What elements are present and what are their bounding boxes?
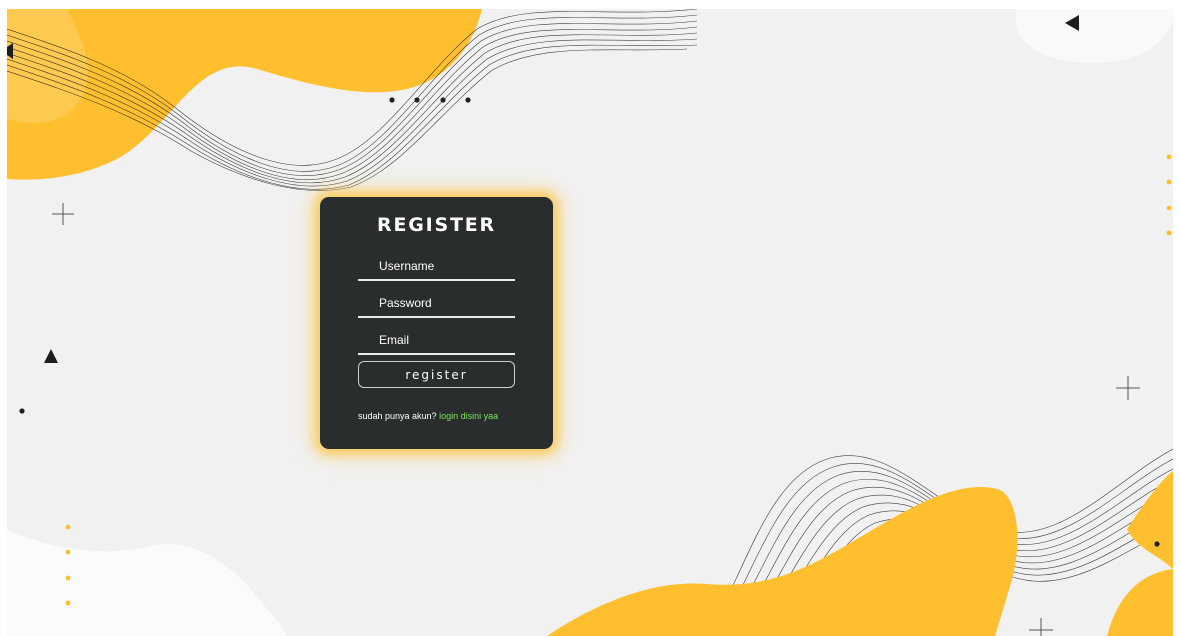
dot-icon-bottom-right bbox=[1154, 541, 1160, 547]
light-blob-bottom-left bbox=[7, 529, 287, 636]
email-input[interactable] bbox=[358, 327, 515, 355]
password-input[interactable] bbox=[358, 290, 515, 318]
yellow-wave-bottom-center bbox=[547, 487, 1018, 636]
login-link[interactable]: login disini yaa bbox=[439, 411, 498, 421]
register-card: REGISTER register sudah punya akun? logi… bbox=[320, 197, 553, 449]
yellow-wave-bottom-corner bbox=[1107, 569, 1173, 636]
register-button[interactable]: register bbox=[358, 361, 515, 388]
dot-icon bbox=[19, 408, 25, 414]
register-page: REGISTER register sudah punya akun? logi… bbox=[7, 9, 1173, 636]
background-decoration bbox=[7, 9, 1173, 636]
account-prompt-text: sudah punya akun? bbox=[358, 411, 437, 421]
login-prompt: sudah punya akun? login disini yaa bbox=[358, 411, 498, 421]
triangle-icon bbox=[44, 349, 58, 363]
yellow-wave-right-edge bbox=[1127, 471, 1173, 569]
username-input[interactable] bbox=[358, 253, 515, 281]
light-blob-top-right bbox=[1015, 9, 1173, 63]
register-title: REGISTER bbox=[377, 214, 496, 236]
